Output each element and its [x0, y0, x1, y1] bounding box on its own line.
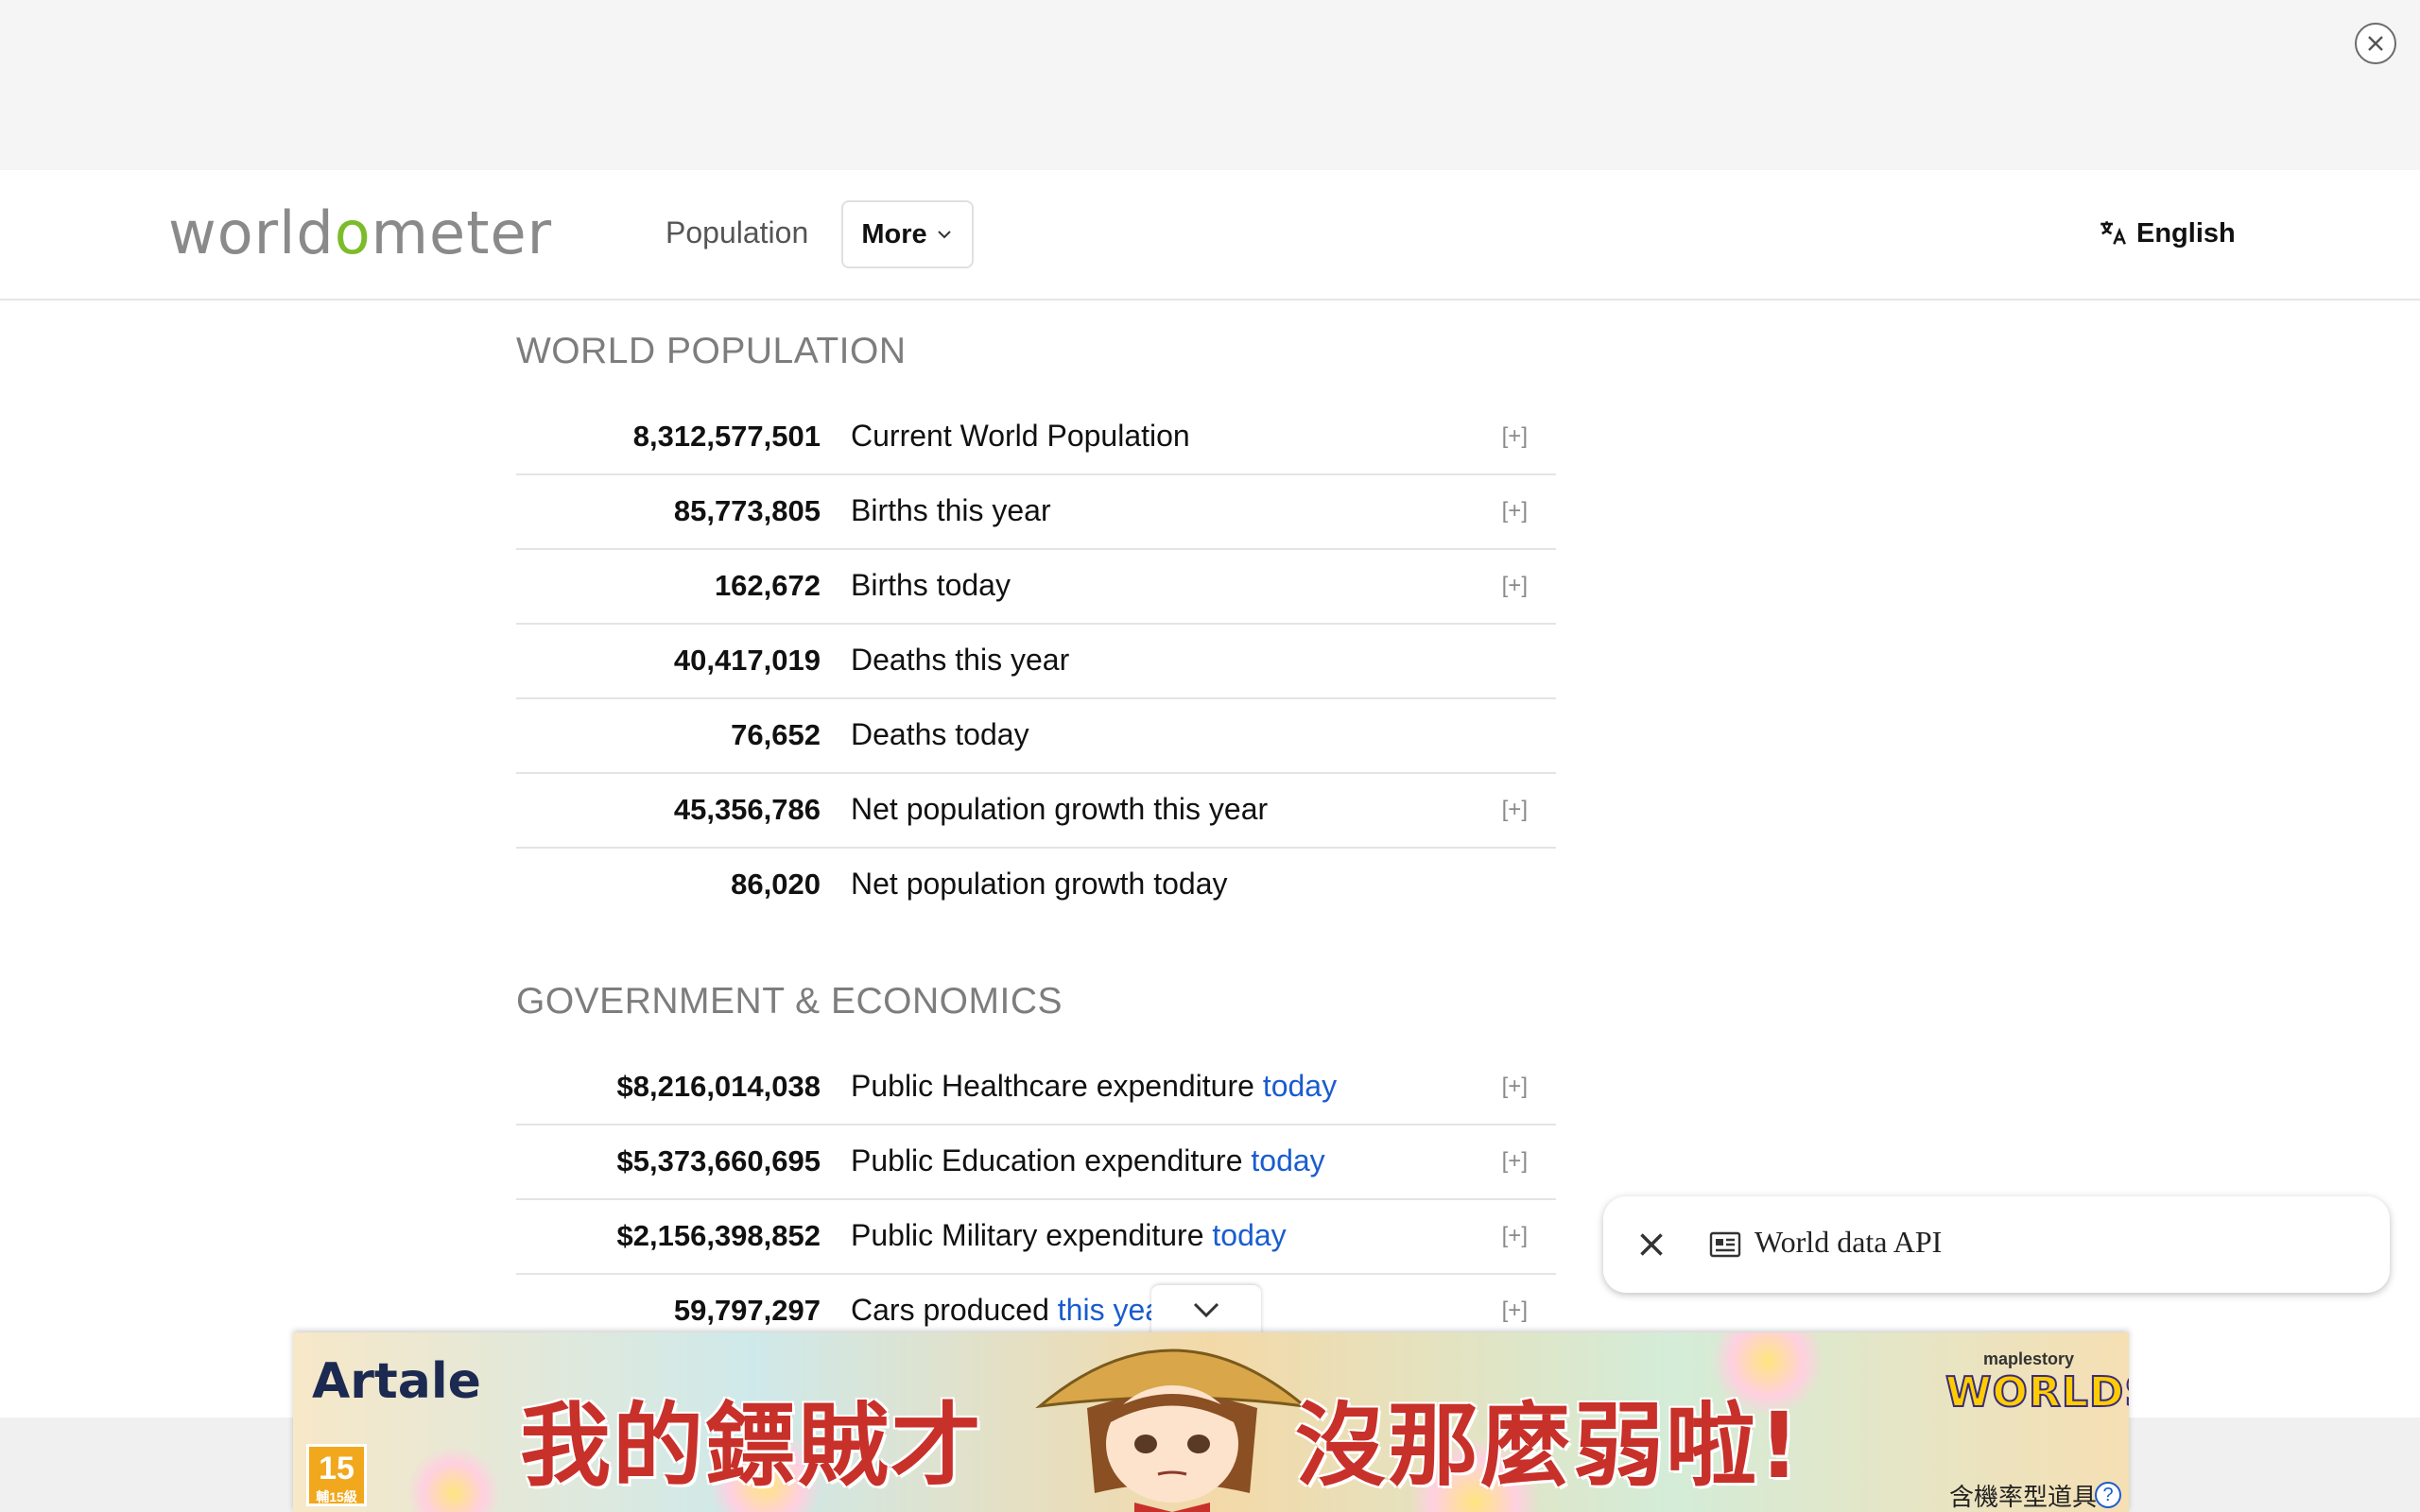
age-rating-badge: 15 輔15級 [306, 1444, 367, 1506]
table-row: 85,773,805 Births this year [+] [516, 475, 1556, 550]
counter-label: Public Healthcare expenditure today [851, 1069, 1337, 1104]
world-population-heading: WORLD POPULATION [516, 331, 907, 371]
newspaper-icon [1709, 1231, 1741, 1258]
top-ad-banner [0, 0, 2420, 170]
world-population-table: 8,312,577,501 Current World Population [… [516, 401, 1556, 923]
table-row: $8,216,014,038 Public Healthcare expendi… [516, 1051, 1556, 1125]
counter-label-text: Current World Population [851, 419, 1190, 453]
table-row: $2,156,398,852 Public Military expenditu… [516, 1200, 1556, 1275]
expand-button[interactable]: [+] [1502, 498, 1528, 524]
ad-disclaimer: 含機率型道具 [1949, 1483, 2098, 1511]
period-link[interactable]: today [1251, 1143, 1324, 1177]
counter-value: $8,216,014,038 [616, 1070, 821, 1103]
period-link[interactable]: this yea [1058, 1293, 1162, 1327]
language-label: English [2136, 217, 2236, 249]
help-icon[interactable]: ? [2095, 1482, 2121, 1508]
more-dropdown-button[interactable]: More [841, 200, 974, 268]
maplestory-worlds-logo: maplestory WORLDS [1945, 1348, 2129, 1423]
table-row: 40,417,019 Deaths this year [516, 625, 1556, 699]
logo-text-o: o [334, 198, 372, 267]
expand-button[interactable]: [+] [1502, 1148, 1528, 1175]
logo-text: world [168, 198, 335, 267]
counter-label: Births today [851, 568, 1011, 603]
collapse-ad-button[interactable] [1151, 1285, 1261, 1334]
world-data-api-link[interactable]: World data API [1754, 1225, 1942, 1260]
expand-button[interactable]: [+] [1502, 423, 1528, 450]
partner-small-text: maplestory [1983, 1349, 2075, 1368]
ad-headline-right: 沒那麼弱啦! [1295, 1393, 1802, 1499]
table-row: 76,652 Deaths today [516, 699, 1556, 774]
counter-value: 86,020 [731, 868, 821, 901]
ad-headline-left: 我的鏢賊才 [520, 1393, 983, 1499]
counter-label: Current World Population [851, 419, 1190, 454]
counter-value: 162,672 [714, 569, 821, 602]
more-label: More [861, 218, 927, 249]
counter-label-text: Births today [851, 568, 1011, 602]
world-data-api-popup[interactable]: World data API [1603, 1196, 2390, 1293]
counter-value: 45,356,786 [673, 793, 821, 826]
counter-label-text: Net population growth today [851, 867, 1228, 901]
chevron-down-icon [937, 231, 951, 239]
counter-label: Net population growth today [851, 867, 1227, 902]
counter-label: Public Military expenditure today [851, 1218, 1287, 1253]
counter-value: 40,417,019 [673, 644, 821, 677]
counter-value: 59,797,297 [673, 1294, 821, 1327]
translate-icon [2100, 221, 2126, 245]
counter-label-text: Births this year [851, 493, 1051, 527]
counter-label: Deaths this year [851, 643, 1069, 678]
counter-label: Net population growth this year [851, 792, 1268, 827]
counter-label-text: Public Education expenditure [851, 1143, 1252, 1177]
chevron-down-icon [1193, 1302, 1219, 1318]
counter-label-text: Deaths this year [851, 643, 1070, 677]
close-icon[interactable] [2355, 23, 2396, 64]
ad-decoration [406, 1446, 501, 1512]
counter-label-text: Net population growth this year [851, 792, 1269, 826]
table-row: 86,020 Net population growth today [516, 849, 1556, 923]
counter-label-text: Deaths today [851, 717, 1029, 751]
ad-character-image [1035, 1349, 1309, 1512]
counter-label-text: Public Healthcare expenditure [851, 1069, 1263, 1103]
close-icon[interactable] [1632, 1225, 1671, 1264]
partner-big-text: WORLDS [1945, 1367, 2129, 1418]
expand-button[interactable]: [+] [1502, 1223, 1528, 1249]
site-header: worldometer Population More English [0, 170, 2420, 301]
counter-value: 8,312,577,501 [632, 420, 821, 453]
worldometer-logo[interactable]: worldometer [168, 198, 552, 267]
counter-value: $5,373,660,695 [616, 1144, 821, 1177]
expand-button[interactable]: [+] [1502, 1074, 1528, 1100]
government-economics-table: $8,216,014,038 Public Healthcare expendi… [516, 1051, 1556, 1349]
expand-button[interactable]: [+] [1502, 573, 1528, 599]
logo-text-end: meter [371, 198, 553, 267]
counter-value: 76,652 [731, 718, 821, 751]
period-link[interactable]: today [1263, 1069, 1337, 1103]
language-selector[interactable]: English [2097, 217, 2236, 249]
table-row: 162,672 Births today [+] [516, 550, 1556, 625]
counter-label: Deaths today [851, 717, 1029, 752]
counter-label: Births this year [851, 493, 1051, 528]
counter-value: $2,156,398,852 [616, 1219, 821, 1252]
table-row: 8,312,577,501 Current World Population [… [516, 401, 1556, 475]
counter-label: Public Education expenditure today [851, 1143, 1325, 1178]
counter-value: 85,773,805 [673, 494, 821, 527]
table-row: 45,356,786 Net population growth this ye… [516, 774, 1556, 849]
table-row: $5,373,660,695 Public Education expendit… [516, 1125, 1556, 1200]
rating-sub: 輔15級 [316, 1489, 357, 1504]
counter-label: Cars produced this yea [851, 1293, 1162, 1328]
counter-label-text: Cars produced [851, 1293, 1058, 1327]
government-economics-heading: GOVERNMENT & ECONOMICS [516, 981, 1063, 1022]
expand-button[interactable]: [+] [1502, 797, 1528, 823]
nav-population-link[interactable]: Population [666, 215, 808, 250]
period-link[interactable]: today [1212, 1218, 1286, 1252]
counter-label-text: Public Military expenditure [851, 1218, 1213, 1252]
ad-brand-logo: Artale [312, 1353, 481, 1410]
rating-number: 15 [319, 1451, 354, 1486]
expand-button[interactable]: [+] [1502, 1297, 1528, 1324]
bottom-ad-banner[interactable]: Artale 15 輔15級 我的鏢賊才 沒那麼弱啦! maplestory WO… [293, 1332, 2129, 1512]
